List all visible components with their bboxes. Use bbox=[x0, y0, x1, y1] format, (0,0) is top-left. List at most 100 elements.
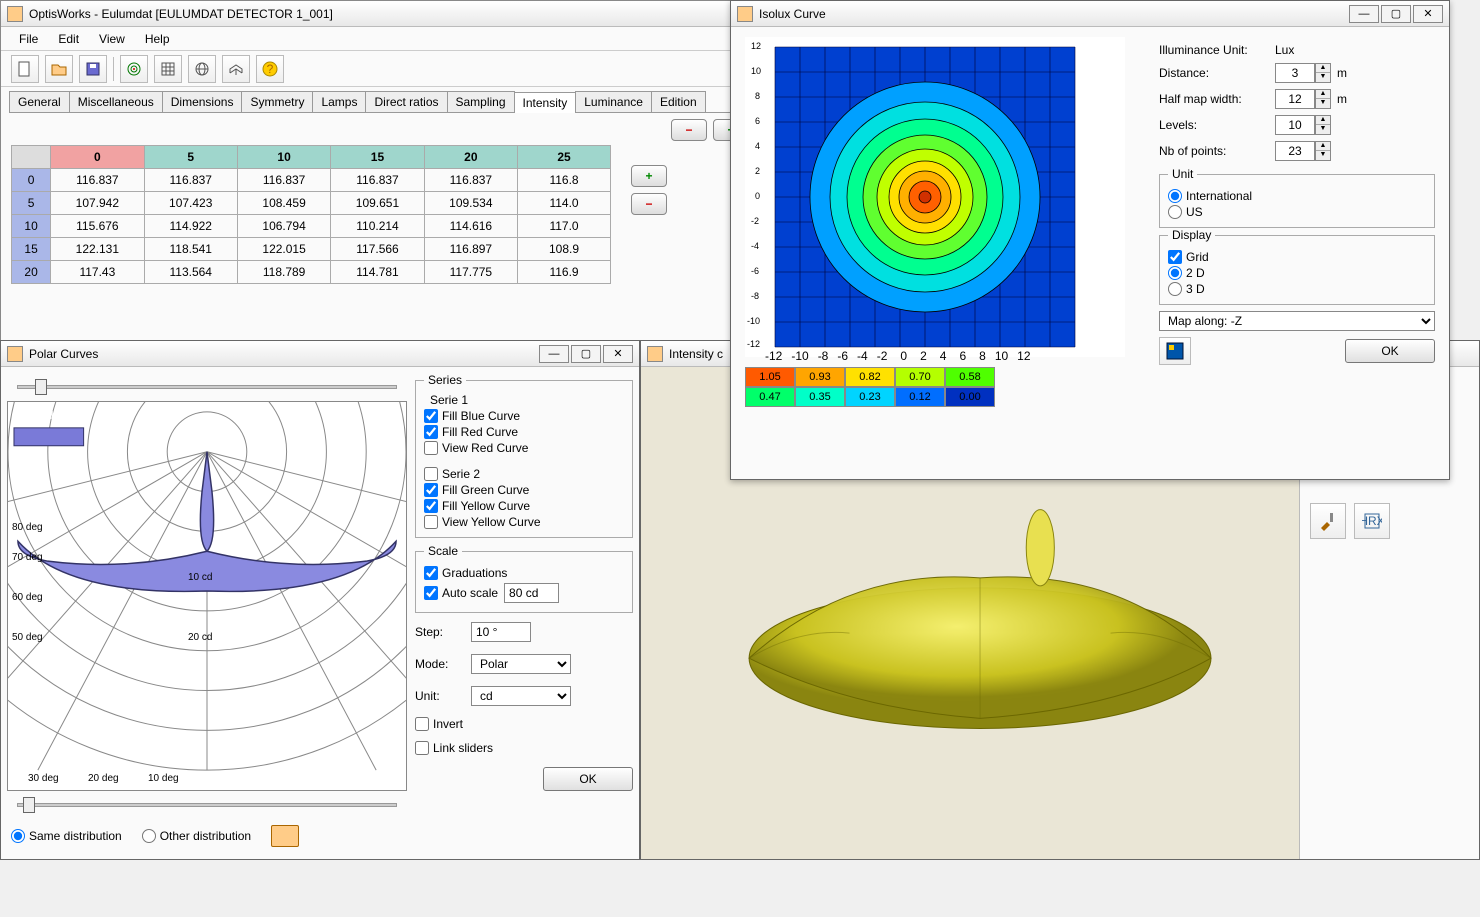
autoscale-checkbox[interactable]: Auto scale bbox=[424, 586, 498, 600]
new-icon[interactable] bbox=[11, 55, 39, 83]
cell[interactable]: 107.423 bbox=[144, 192, 237, 215]
tab-miscellaneous[interactable]: Miscellaneous bbox=[69, 91, 163, 112]
tab-dimensions[interactable]: Dimensions bbox=[162, 91, 243, 112]
tab-symmetry[interactable]: Symmetry bbox=[241, 91, 313, 112]
cell[interactable]: 116.9 bbox=[518, 261, 611, 284]
cell[interactable]: 114.0 bbox=[518, 192, 611, 215]
scale-value-input[interactable] bbox=[504, 583, 559, 603]
serie2-checkbox[interactable]: Serie 2 bbox=[424, 467, 624, 481]
cell[interactable]: 118.789 bbox=[237, 261, 330, 284]
help-icon[interactable]: ? bbox=[256, 55, 284, 83]
minimize-button[interactable]: — bbox=[1349, 5, 1379, 23]
halfmap-spinner[interactable]: ▲▼ bbox=[1275, 89, 1331, 109]
second-slider[interactable] bbox=[17, 795, 397, 815]
col-header[interactable]: 20 bbox=[424, 146, 517, 169]
cell[interactable]: 115.676 bbox=[51, 215, 144, 238]
nbpoints-spinner[interactable]: ▲▼ bbox=[1275, 141, 1331, 161]
menu-view[interactable]: View bbox=[91, 30, 133, 48]
fill-blue-checkbox[interactable]: Fill Blue Curve bbox=[424, 409, 624, 423]
tab-sampling[interactable]: Sampling bbox=[447, 91, 515, 112]
cell[interactable]: 116.837 bbox=[424, 169, 517, 192]
cell[interactable]: 114.781 bbox=[331, 261, 424, 284]
cell[interactable]: 109.651 bbox=[331, 192, 424, 215]
col-header[interactable]: 5 bbox=[144, 146, 237, 169]
step-input[interactable] bbox=[471, 622, 531, 642]
close-button[interactable]: ✕ bbox=[603, 345, 633, 363]
col-header[interactable]: 15 bbox=[331, 146, 424, 169]
col-header[interactable]: 10 bbox=[237, 146, 330, 169]
fill-yellow-checkbox[interactable]: Fill Yellow Curve bbox=[424, 499, 624, 513]
cell[interactable]: 108.9 bbox=[518, 238, 611, 261]
cell[interactable]: 117.0 bbox=[518, 215, 611, 238]
menu-help[interactable]: Help bbox=[137, 30, 178, 48]
row-header[interactable]: 15 bbox=[12, 238, 51, 261]
cell[interactable]: 113.564 bbox=[144, 261, 237, 284]
cell[interactable]: 117.566 bbox=[331, 238, 424, 261]
remove-row-button[interactable]: − bbox=[631, 193, 667, 215]
grid-icon[interactable] bbox=[154, 55, 182, 83]
invert-checkbox[interactable]: Invert bbox=[415, 717, 633, 731]
polar-ok-button[interactable]: OK bbox=[543, 767, 633, 791]
tab-edition[interactable]: Edition bbox=[651, 91, 706, 112]
intensity-table[interactable]: 0 5 10 15 20 25 0116.837116.837116.83711… bbox=[11, 145, 611, 284]
c-plane-slider[interactable] bbox=[17, 377, 397, 397]
map-along-select[interactable]: Map along: -Z bbox=[1159, 311, 1435, 331]
colormap-icon[interactable] bbox=[1159, 337, 1191, 365]
cell[interactable]: 106.794 bbox=[237, 215, 330, 238]
tab-direct-ratios[interactable]: Direct ratios bbox=[365, 91, 447, 112]
cell[interactable]: 116.897 bbox=[424, 238, 517, 261]
row-header[interactable]: 0 bbox=[12, 169, 51, 192]
isolux-ok-button[interactable]: OK bbox=[1345, 339, 1435, 363]
open-icon[interactable] bbox=[45, 55, 73, 83]
col-header[interactable]: 0 bbox=[51, 146, 144, 169]
row-header[interactable]: 5 bbox=[12, 192, 51, 215]
unit-international-radio[interactable]: International bbox=[1168, 189, 1426, 203]
3d-radio[interactable]: 3 D bbox=[1168, 282, 1426, 296]
menu-file[interactable]: File bbox=[11, 30, 46, 48]
close-button[interactable]: ✕ bbox=[1413, 5, 1443, 23]
maximize-button[interactable]: ▢ bbox=[1381, 5, 1411, 23]
tab-intensity[interactable]: Intensity bbox=[514, 92, 577, 113]
export-icon[interactable]: HRX bbox=[1354, 503, 1390, 539]
browse-folder-icon[interactable] bbox=[271, 825, 299, 847]
other-distribution-radio[interactable]: Other distribution bbox=[142, 829, 251, 843]
cell[interactable]: 116.837 bbox=[51, 169, 144, 192]
cell[interactable]: 116.837 bbox=[144, 169, 237, 192]
maximize-button[interactable]: ▢ bbox=[571, 345, 601, 363]
mode-select[interactable]: Polar bbox=[471, 654, 571, 674]
2d-radio[interactable]: 2 D bbox=[1168, 266, 1426, 280]
grid-checkbox[interactable]: Grid bbox=[1168, 250, 1426, 264]
fill-red-checkbox[interactable]: Fill Red Curve bbox=[424, 425, 624, 439]
fill-green-checkbox[interactable]: Fill Green Curve bbox=[424, 483, 624, 497]
cell[interactable]: 114.922 bbox=[144, 215, 237, 238]
unit-us-radio[interactable]: US bbox=[1168, 205, 1426, 219]
tab-luminance[interactable]: Luminance bbox=[575, 91, 652, 112]
cell[interactable]: 108.459 bbox=[237, 192, 330, 215]
cell[interactable]: 117.43 bbox=[51, 261, 144, 284]
cell[interactable]: 116.837 bbox=[237, 169, 330, 192]
link-sliders-checkbox[interactable]: Link sliders bbox=[415, 741, 633, 755]
globe-icon[interactable] bbox=[188, 55, 216, 83]
tab-lamps[interactable]: Lamps bbox=[312, 91, 366, 112]
tools-icon[interactable] bbox=[1310, 503, 1346, 539]
cell[interactable]: 110.214 bbox=[331, 215, 424, 238]
same-distribution-radio[interactable]: Same distribution bbox=[11, 829, 122, 843]
tab-general[interactable]: General bbox=[9, 91, 70, 112]
distance-spinner[interactable]: ▲▼ bbox=[1275, 63, 1331, 83]
cell[interactable]: 122.131 bbox=[51, 238, 144, 261]
target-icon[interactable] bbox=[120, 55, 148, 83]
save-icon[interactable] bbox=[79, 55, 107, 83]
add-row-button[interactable]: + bbox=[631, 165, 667, 187]
cell[interactable]: 122.015 bbox=[237, 238, 330, 261]
cell[interactable]: 116.837 bbox=[331, 169, 424, 192]
cell[interactable]: 116.8 bbox=[518, 169, 611, 192]
cell[interactable]: 118.541 bbox=[144, 238, 237, 261]
minimize-button[interactable]: — bbox=[539, 345, 569, 363]
cell[interactable]: 109.534 bbox=[424, 192, 517, 215]
graduations-checkbox[interactable]: Graduations bbox=[424, 566, 624, 580]
cell[interactable]: 114.616 bbox=[424, 215, 517, 238]
remove-col-button[interactable]: − bbox=[671, 119, 707, 141]
col-header[interactable]: 25 bbox=[518, 146, 611, 169]
cell[interactable]: 107.942 bbox=[51, 192, 144, 215]
levels-spinner[interactable]: ▲▼ bbox=[1275, 115, 1331, 135]
